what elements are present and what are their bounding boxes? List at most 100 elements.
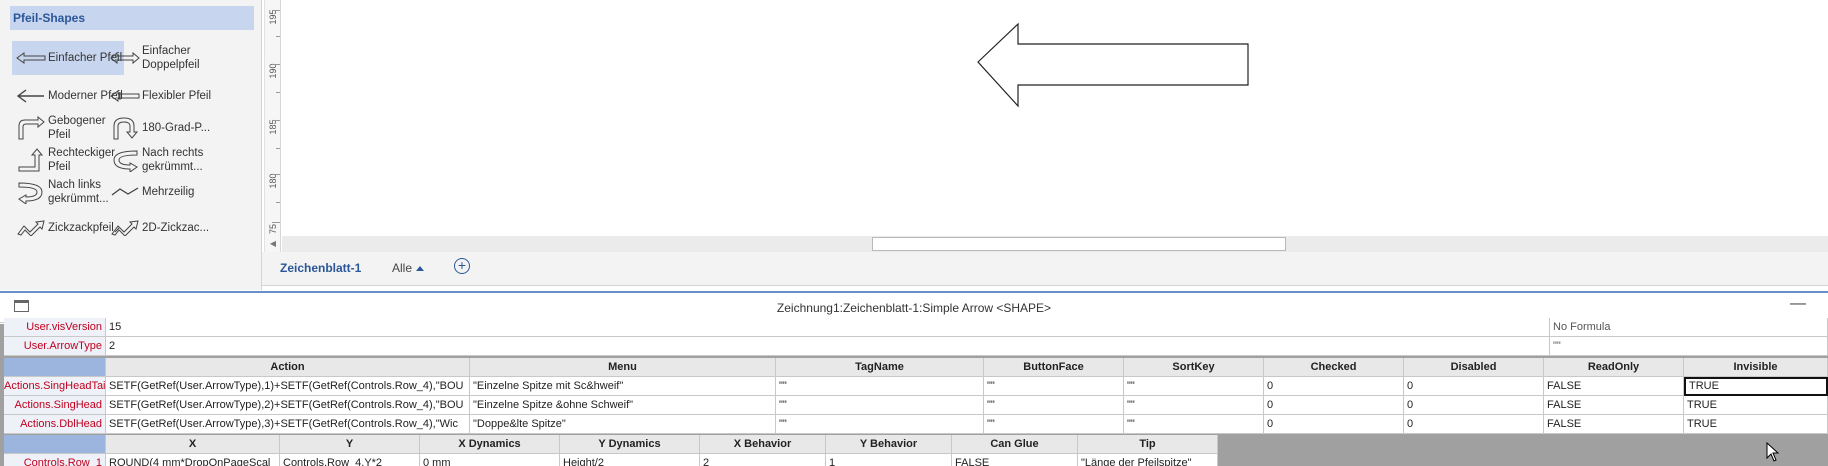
shape-label: Flexibler Pfeil: [142, 90, 212, 102]
add-page-button[interactable]: +: [454, 258, 470, 274]
shape-multiline-arrow[interactable]: Mehrzeilig: [106, 175, 218, 209]
rectangular-arrow-icon: [18, 148, 44, 172]
ruler-tick: [276, 202, 280, 203]
tagname-cell[interactable]: "": [776, 415, 984, 434]
actions-header-row: Action Menu TagName ButtonFace SortKey C…: [4, 358, 1828, 377]
column-header: X: [106, 435, 280, 454]
disabled-cell[interactable]: 0: [1404, 396, 1544, 415]
shape-double-arrow[interactable]: Einfacher Doppelpfeil: [106, 41, 218, 75]
shape-curved-right-arrow[interactable]: Nach rechts gekrümmt...: [106, 143, 218, 177]
curved-left-arrow-icon: [18, 182, 43, 204]
vertical-ruler[interactable]: 195 190 185 180 75: [264, 0, 281, 252]
row-name[interactable]: Actions.DblHead: [4, 415, 106, 434]
stencil-header[interactable]: Pfeil-Shapes: [10, 6, 254, 30]
formula-cell[interactable]: 15: [106, 318, 1550, 337]
x-dynamics-cell[interactable]: 0 mm: [420, 454, 560, 466]
shape-2d-zigzag-arrow[interactable]: 2D-Zickzac...: [106, 211, 218, 245]
table-row: Actions.SingHeadTail SETF(GetRef(User.Ar…: [4, 377, 1828, 396]
column-header: Checked: [1264, 358, 1404, 377]
menu-cell[interactable]: "Doppe&lte Spitze": [470, 415, 776, 434]
curved-right-arrow-icon: [113, 150, 138, 172]
ruler-tick: [272, 120, 280, 121]
buttonface-cell[interactable]: "": [984, 415, 1124, 434]
minimize-button[interactable]: —: [1790, 295, 1806, 313]
column-header: X Behavior: [700, 435, 826, 454]
shapesheet-title: Zeichnung1:Zeichenblatt-1:Simple Arrow <…: [776, 301, 1052, 315]
sortkey-cell[interactable]: "": [1124, 396, 1264, 415]
action-cell[interactable]: SETF(GetRef(User.ArrowType),3)+SETF(GetR…: [106, 415, 470, 434]
y-dynamics-cell[interactable]: Height/2: [560, 454, 700, 466]
column-header: Can Glue: [952, 435, 1078, 454]
checked-cell[interactable]: 0: [1264, 377, 1404, 396]
readonly-cell[interactable]: FALSE: [1544, 415, 1684, 434]
y-behavior-cell[interactable]: 1: [826, 454, 952, 466]
buttonface-cell[interactable]: "": [984, 396, 1124, 415]
simple-arrow-shape[interactable]: [282, 0, 1828, 236]
shape-flexible-arrow[interactable]: Flexibler Pfeil: [106, 79, 218, 113]
row-name[interactable]: Controls.Row_1: [4, 454, 106, 466]
zigzag-arrow-icon: [17, 220, 45, 236]
column-header: ReadOnly: [1544, 358, 1684, 377]
ruler-tick: [272, 174, 280, 175]
menu-cell[interactable]: "Einzelne Spitze mit Sc&hweif": [470, 377, 776, 396]
modern-arrow-icon: [16, 89, 44, 103]
ruler-tick: [272, 222, 280, 223]
tagname-cell[interactable]: "": [776, 396, 984, 415]
prompt-cell[interactable]: "": [1550, 337, 1828, 356]
y-cell[interactable]: Controls.Row_4.Y*2: [280, 454, 420, 466]
ruler-tick: [272, 10, 280, 11]
sortkey-cell[interactable]: "": [1124, 415, 1264, 434]
table-row: User.visVersion 15 No Formula: [4, 318, 1828, 337]
horizontal-scroll-thumb[interactable]: [872, 237, 1286, 251]
u-turn-arrow-icon: [113, 117, 139, 140]
triangle-up-icon: [416, 266, 425, 271]
can-glue-cell[interactable]: FALSE: [952, 454, 1078, 466]
shapesheet-grid: User.visVersion 15 No Formula User.Arrow…: [0, 318, 1828, 466]
disabled-cell[interactable]: 0: [1404, 377, 1544, 396]
action-cell[interactable]: SETF(GetRef(User.ArrowType),1)+SETF(GetR…: [106, 377, 470, 396]
ruler-label: 75: [268, 224, 278, 235]
ruler-label: 185: [268, 119, 278, 135]
readonly-cell[interactable]: FALSE: [1544, 396, 1684, 415]
checked-cell[interactable]: 0: [1264, 396, 1404, 415]
row-name[interactable]: User.ArrowType: [4, 337, 106, 356]
invisible-cell[interactable]: TRUE: [1684, 415, 1828, 434]
column-header: X Dynamics: [420, 435, 560, 454]
column-header: Y Behavior: [826, 435, 952, 454]
checked-cell[interactable]: 0: [1264, 415, 1404, 434]
invisible-cell-selected[interactable]: TRUE: [1684, 377, 1828, 396]
column-header: Menu: [470, 358, 776, 377]
column-header: Tip: [1078, 435, 1218, 454]
readonly-cell[interactable]: FALSE: [1544, 377, 1684, 396]
row-name[interactable]: User.visVersion: [4, 318, 106, 337]
tagname-cell[interactable]: "": [776, 377, 984, 396]
x-behavior-cell[interactable]: 2: [700, 454, 826, 466]
double-arrow-icon: [110, 51, 140, 65]
column-header: Invisible: [1684, 358, 1828, 377]
x-cell[interactable]: ROUND(4 mm*DropOnPageScal: [106, 454, 280, 466]
shape-u-turn-arrow[interactable]: 180-Grad-P...: [106, 111, 218, 145]
ruler-label: 180: [268, 173, 278, 189]
prompt-cell[interactable]: No Formula: [1550, 318, 1828, 337]
row-name[interactable]: Actions.SingHeadTail: [4, 377, 106, 396]
shape-label: 2D-Zickzac...: [142, 222, 210, 234]
tab-zeichenblatt-1[interactable]: Zeichenblatt-1: [280, 261, 361, 275]
buttonface-cell[interactable]: "": [984, 377, 1124, 396]
column-header: ButtonFace: [984, 358, 1124, 377]
disabled-cell[interactable]: 0: [1404, 415, 1544, 434]
row-name[interactable]: Actions.SingHead: [4, 396, 106, 415]
sortkey-cell[interactable]: "": [1124, 377, 1264, 396]
action-cell[interactable]: SETF(GetRef(User.ArrowType),2)+SETF(GetR…: [106, 396, 470, 415]
formula-cell[interactable]: 2: [106, 337, 1550, 356]
multiline-arrow-icon: [111, 187, 139, 196]
column-header: SortKey: [1124, 358, 1264, 377]
scroll-left-icon[interactable]: ◀: [266, 236, 280, 252]
invisible-cell[interactable]: TRUE: [1684, 396, 1828, 415]
column-header: Y Dynamics: [560, 435, 700, 454]
drawing-canvas[interactable]: [282, 0, 1828, 236]
table-row: Actions.SingHead SETF(GetRef(User.ArrowT…: [4, 396, 1828, 415]
tab-all[interactable]: Alle: [392, 261, 425, 275]
tip-cell[interactable]: "Länge der Pfeilspitze": [1078, 454, 1218, 466]
menu-cell[interactable]: "Einzelne Spitze &ohne Schweif": [470, 396, 776, 415]
shape-label: Nach rechts gekrümmt...: [142, 147, 204, 173]
